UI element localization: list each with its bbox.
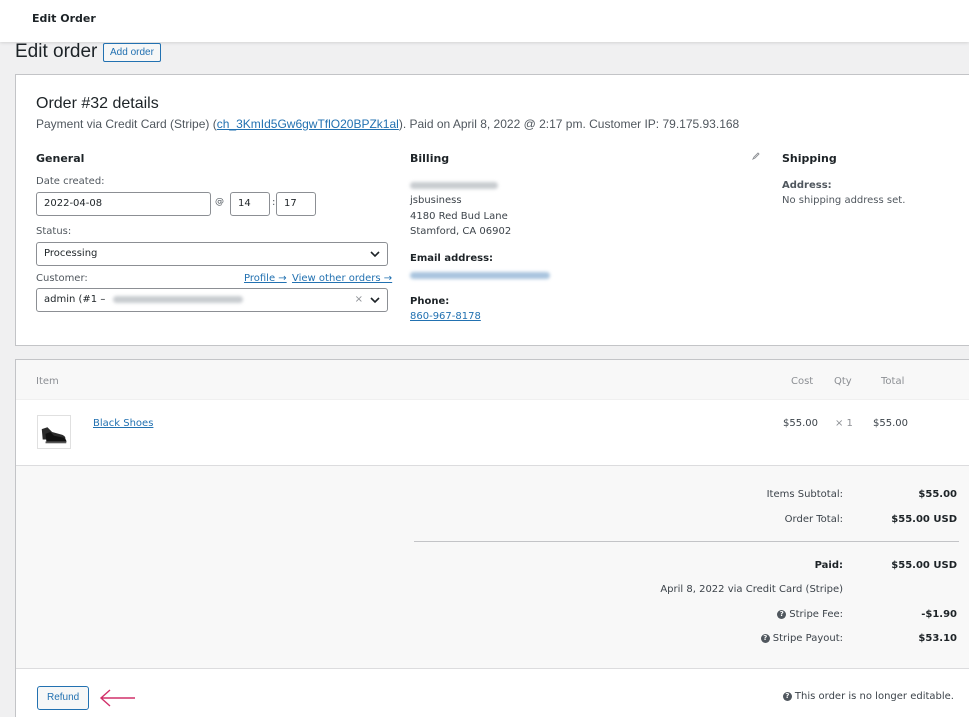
- arrow-left-icon: [99, 689, 135, 707]
- time-colon: :: [272, 197, 276, 208]
- add-order-button[interactable]: Add order: [103, 43, 161, 62]
- product-name-link[interactable]: Black Shoes: [93, 418, 153, 429]
- shipping-address-value: No shipping address set.: [782, 195, 906, 206]
- billing-address-line2: Stamford, CA 06902: [410, 226, 512, 237]
- stripe-payout-label: ? Stripe Payout:: [760, 633, 843, 644]
- billing-heading: Billing: [410, 152, 450, 165]
- product-thumbnail: [37, 415, 71, 449]
- order-actions-footer: Refund ? This order is no longer editable…: [16, 668, 969, 717]
- stripe-payout-value: $53.10: [918, 633, 957, 644]
- order-total-value: $55.00 USD: [891, 514, 957, 525]
- order-items-panel: Item Cost Qty Total Black Shoes $55.00 ×…: [15, 359, 969, 717]
- not-editable-notice: ? This order is no longer editable.: [782, 691, 954, 702]
- items-subtotal-label: Items Subtotal:: [766, 489, 843, 500]
- item-total: $55.00: [873, 418, 908, 429]
- shipping-address-label: Address:: [782, 180, 832, 191]
- top-bar: Edit Order: [0, 0, 969, 42]
- customer-profile-link[interactable]: Profile →: [244, 273, 287, 284]
- qty-column-header: Qty: [834, 376, 852, 387]
- item-column-header: Item: [36, 376, 59, 387]
- page-title: Edit order: [15, 41, 98, 62]
- refund-button[interactable]: Refund: [37, 686, 90, 710]
- charge-id-link[interactable]: ch_3KmId5Gw6gwTflO20BPZk1al: [217, 117, 399, 131]
- order-details-panel: Order #32 details Payment via Credit Car…: [15, 74, 969, 346]
- general-heading: General: [36, 152, 85, 165]
- phone-label: Phone:: [410, 296, 450, 307]
- customer-label: Customer:: [36, 273, 88, 284]
- chevron-down-icon: [370, 297, 380, 304]
- billing-email-redacted[interactable]: [410, 268, 550, 283]
- stripe-fee-label: ? Stripe Fee:: [777, 609, 843, 620]
- cost-column-header: Cost: [791, 376, 814, 387]
- items-subtotal-value: $55.00: [918, 489, 957, 500]
- status-value: Processing: [44, 248, 98, 259]
- total-column-header: Total: [881, 376, 905, 387]
- help-icon: ?: [782, 691, 792, 701]
- date-created-label: Date created:: [36, 176, 105, 187]
- item-cost: $55.00: [783, 418, 818, 429]
- email-label: Email address:: [410, 253, 494, 264]
- status-label: Status:: [36, 226, 72, 237]
- help-icon[interactable]: ?: [760, 633, 770, 643]
- phone-link[interactable]: 860-967-8178: [410, 309, 481, 324]
- item-qty: × 1: [835, 418, 853, 429]
- table-row: Black Shoes $55.00 × 1 $55.00: [16, 400, 969, 465]
- minute-input[interactable]: 17: [276, 192, 316, 216]
- pencil-icon[interactable]: [751, 151, 761, 161]
- paid-note: April 8, 2022 via Credit Card (Stripe): [660, 584, 843, 595]
- billing-address-line1: 4180 Red Bud Lane: [410, 211, 508, 222]
- customer-select[interactable]: admin (#1 – ×: [36, 288, 388, 312]
- order-total-label: Order Total:: [784, 514, 843, 525]
- order-meta: Payment via Credit Card (Stripe) (ch_3Km…: [36, 117, 739, 131]
- status-select[interactable]: Processing: [36, 242, 388, 266]
- order-meta-prefix: Payment via Credit Card (Stripe) (: [36, 117, 217, 131]
- top-bar-title: Edit Order: [32, 12, 96, 25]
- totals-divider: [414, 541, 959, 542]
- help-icon[interactable]: ?: [777, 609, 787, 619]
- view-other-orders-link[interactable]: View other orders →: [292, 273, 392, 284]
- date-created-input[interactable]: 2022-04-08: [36, 192, 211, 216]
- billing-name-redacted: [410, 178, 498, 193]
- items-table-header: Item Cost Qty Total: [16, 360, 969, 400]
- clear-icon[interactable]: ×: [355, 289, 363, 311]
- paid-label: Paid:: [814, 560, 843, 571]
- order-totals: Items Subtotal: $55.00 Order Total: $55.…: [16, 465, 969, 668]
- stripe-fee-value: -$1.90: [921, 609, 957, 620]
- paid-value: $55.00 USD: [891, 560, 957, 571]
- hour-input[interactable]: 14: [230, 192, 270, 216]
- at-symbol: @: [215, 197, 224, 207]
- chevron-down-icon: [370, 251, 380, 258]
- billing-company: jsbusiness: [410, 195, 462, 206]
- customer-value: admin (#1 –: [44, 294, 106, 305]
- shipping-heading: Shipping: [782, 152, 837, 165]
- order-title: Order #32 details: [36, 95, 159, 112]
- customer-email-redacted: [112, 295, 243, 303]
- shoe-image: [41, 427, 67, 444]
- order-meta-suffix: ). Paid on April 8, 2022 @ 2:17 pm. Cust…: [398, 117, 740, 131]
